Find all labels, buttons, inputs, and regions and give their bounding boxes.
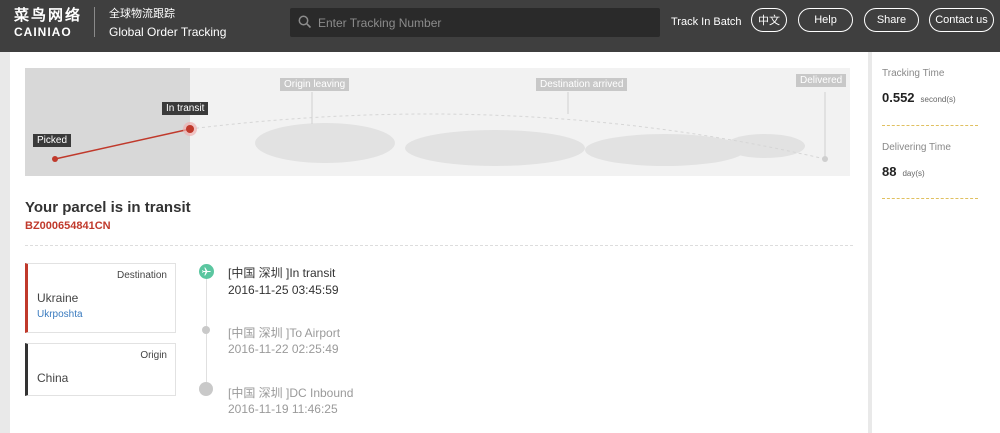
stats-divider [882, 125, 978, 126]
delivered-point [822, 156, 828, 162]
route-progress-map: Picked In transit Origin leaving Destina… [25, 68, 850, 176]
tracking-number: BZ000654841CN [25, 220, 111, 232]
airplane-icon [202, 267, 211, 276]
picked-point [52, 156, 58, 162]
step-origin-leaving-label: Origin leaving [280, 78, 350, 91]
timeline-dot [202, 326, 210, 334]
origin-card: Origin China [25, 343, 176, 396]
event-time: 2016-11-19 11:46:25 [228, 402, 338, 416]
tracking-search-box [290, 8, 660, 37]
destination-card: Destination Ukraine Ukrposhta [25, 263, 176, 333]
logo-english-text: CAINIAO [14, 25, 72, 39]
top-header: 菜鸟网络 CAINIAO 全球物流跟踪 Global Order Trackin… [0, 0, 1000, 52]
cainiao-logo[interactable]: 菜鸟网络 CAINIAO [14, 7, 82, 39]
event-title: [中国 深圳 ]DC Inbound [228, 386, 354, 400]
delivering-time-number: 88 [882, 164, 897, 179]
world-map-background [255, 123, 805, 166]
destination-country: Ukraine [37, 291, 79, 305]
event-title: [中国 深圳 ]In transit [228, 266, 336, 280]
search-icon[interactable] [298, 15, 312, 29]
tracking-time-number: 0.552 [882, 90, 915, 105]
timeline-active-dot [199, 264, 214, 279]
stats-divider [882, 198, 978, 199]
logo-divider [94, 7, 95, 37]
origin-label: Origin [140, 350, 167, 361]
step-destination-arrived-label: Destination arrived [536, 78, 628, 91]
in-transit-point [186, 125, 194, 133]
tracking-time-value: 0.552 second(s) [882, 90, 956, 105]
tracking-time-label: Tracking Time [882, 68, 945, 79]
help-button[interactable]: Help [798, 8, 853, 32]
traveled-route-path [54, 128, 191, 160]
event-time: 2016-11-22 02:25:49 [228, 342, 339, 356]
event-time: 2016-11-25 03:45:59 [228, 283, 339, 297]
stats-sidebar: Tracking Time 0.552 second(s) Delivering … [872, 52, 1000, 433]
destination-carrier-link[interactable]: Ukrposhta [37, 309, 83, 320]
contact-us-button[interactable]: Contact us [929, 8, 994, 32]
step-delivered-label: Delivered [796, 74, 847, 87]
timeline-dot [199, 382, 213, 396]
product-name: 全球物流跟踪 Global Order Tracking [109, 8, 226, 40]
parcel-status-title: Your parcel is in transit [25, 199, 191, 216]
step-picked-label: Picked [33, 134, 72, 147]
event-title: [中国 深圳 ]To Airport [228, 326, 341, 340]
route-line-graphic [52, 92, 828, 166]
language-button[interactable]: 中文 [751, 8, 787, 32]
tracking-number-input[interactable] [318, 8, 648, 37]
track-in-batch-link[interactable]: Track In Batch [671, 16, 742, 28]
product-name-chinese: 全球物流跟踪 [109, 8, 175, 20]
tracking-main-panel: Picked In transit Origin leaving Destina… [10, 52, 868, 433]
logo-chinese-text: 菜鸟网络 [14, 7, 83, 24]
delivering-time-unit: day(s) [902, 169, 925, 178]
share-button[interactable]: Share [864, 8, 919, 32]
section-divider [25, 245, 853, 246]
destination-label: Destination [116, 270, 167, 281]
delivering-time-value: 88 day(s) [882, 164, 925, 179]
tracking-time-unit: second(s) [920, 95, 956, 104]
delivering-time-label: Delivering Time [882, 142, 951, 153]
product-name-english: Global Order Tracking [109, 25, 227, 39]
origin-country: China [37, 371, 69, 385]
step-in-transit-label: In transit [162, 102, 209, 115]
